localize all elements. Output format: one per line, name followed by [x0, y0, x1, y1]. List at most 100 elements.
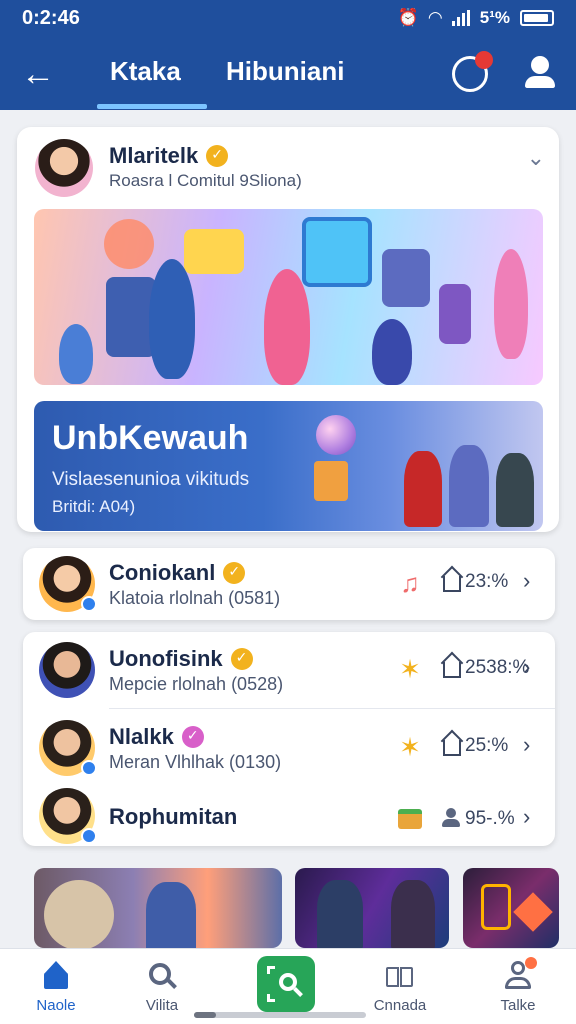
tab-ktaka[interactable]: Ktaka [110, 56, 181, 87]
scan-search-icon [267, 966, 305, 1002]
alarm-icon: ⏰ [397, 8, 419, 27]
promo-person [496, 453, 534, 527]
book-icon [385, 961, 415, 991]
tab-hibuniani[interactable]: Hibuniani [226, 56, 344, 87]
status-indicators: ⏰ ◠ 5¹% [398, 8, 554, 28]
avatar [39, 788, 97, 844]
sparkle-icon: ✶ [399, 654, 421, 684]
list-item[interactable]: Coniokanl Klatoia rlolnah (0581) ♫ 23:% … [23, 546, 555, 622]
list-item-sub: Klatoia rlolnah (0581) [109, 588, 281, 608]
hero-photo-frame [302, 217, 372, 287]
verified-icon [181, 726, 204, 748]
promo-banner[interactable]: UnbKewauh Vislaesenunioa vikituds Britdi… [34, 401, 543, 531]
thumb-shape [513, 892, 553, 932]
thumb-phone [481, 884, 511, 930]
chevron-right-icon[interactable]: › [523, 804, 530, 830]
list-item-sub: Mepcie rlolnah (0528) [109, 674, 284, 694]
nav-search[interactable]: Vilita [114, 955, 210, 1019]
list-item[interactable]: Nlalkk Meran Vlhlhak (0130) ✶ 25:% › [23, 710, 555, 786]
chevron-right-icon[interactable]: › [523, 654, 530, 680]
hero-phone [439, 284, 471, 344]
hero-person [59, 324, 93, 384]
online-dot [81, 828, 97, 844]
list-item-name: Coniokanl [109, 560, 246, 586]
list-item-name: Nlalkk [109, 724, 204, 750]
promo-person [449, 445, 489, 527]
home-stat-icon [441, 732, 463, 758]
battery-icon [520, 10, 554, 26]
list-item-name-text: Nlalkk [109, 724, 174, 749]
promo-orb [316, 415, 356, 455]
list-item-sub: Meran Vlhlhak (0130) [109, 752, 282, 772]
sparkle-icon: ✶ [399, 732, 421, 762]
home-indicator [194, 1012, 366, 1018]
nav-profile[interactable]: Talke [470, 955, 566, 1019]
chevron-down-icon[interactable]: ⌄ [527, 145, 545, 171]
profile-button[interactable] [522, 54, 558, 94]
hero-person [264, 269, 310, 385]
nav-label: Cnnada [373, 997, 427, 1014]
battery-percent: 5¹% [479, 8, 510, 27]
profile-icon-body [525, 76, 555, 88]
avatar [39, 642, 95, 698]
feature-card[interactable]: Mlaritelk Roasra l Comitul 9Sliona) ⌄ Un… [17, 127, 559, 532]
nav-label: Talke [500, 997, 536, 1014]
promo-gift [314, 461, 348, 501]
nav-label: Naole [36, 997, 76, 1014]
status-time: 0:2:46 [22, 6, 80, 29]
chevron-right-icon[interactable]: › [523, 568, 530, 594]
arrow-left-icon: ← [21, 54, 55, 93]
signal-icon [451, 10, 470, 26]
user-icon [503, 957, 537, 991]
notification-badge [525, 957, 537, 969]
list-item-name-text: Rophumitan [109, 804, 238, 829]
list-item-stat: 25:% [465, 735, 509, 756]
list-item[interactable]: Uonofisink Mepcie rlolnah (0528) ✶ 2538:… [23, 632, 555, 708]
app-header: ← Ktaka Hibuniani [0, 36, 576, 110]
divider [109, 708, 555, 709]
online-dot [81, 596, 97, 612]
nav-home[interactable]: Naole [8, 955, 104, 1019]
list-item-stat: 23:% [465, 571, 509, 592]
video-thumbnail[interactable] [34, 868, 282, 948]
list-item-name-text: Coniokanl [109, 560, 216, 585]
profile-icon [531, 56, 549, 74]
verified-icon [230, 648, 253, 670]
chevron-right-icon[interactable]: › [523, 732, 530, 758]
list-card: Coniokanl Klatoia rlolnah (0581) ♫ 23:% … [23, 548, 555, 620]
hero-image[interactable] [34, 209, 543, 385]
user-stat-icon [441, 806, 463, 832]
list-item-name: Rophumitan [109, 804, 237, 830]
feature-title-text: Mlaritelk [109, 143, 199, 168]
wifi-icon: ◠ [428, 8, 442, 27]
video-thumbnail[interactable] [295, 868, 449, 948]
verified-icon [206, 145, 229, 167]
avatar[interactable] [35, 139, 93, 197]
music-note-icon: ♫ [400, 568, 420, 598]
thumb-figure [317, 880, 363, 948]
hero-person [372, 319, 412, 385]
promo-date: Britdi: A04) [52, 497, 136, 516]
feature-subtitle: Roasra l Comitul 9Sliona) [109, 171, 302, 190]
list-item-stat: 2538:% [465, 657, 530, 678]
back-button[interactable]: ← [18, 54, 58, 94]
hero-shape [104, 219, 154, 269]
scan-search-button[interactable] [257, 956, 315, 1012]
list-item-name-text: Uonofisink [109, 646, 223, 671]
hero-tablet [382, 249, 430, 307]
notification-badge [475, 51, 493, 69]
home-stat-icon [441, 654, 463, 680]
list-item-stat: 95-.% [465, 808, 515, 829]
nav-book[interactable]: Cnnada [352, 955, 448, 1019]
promo-person [404, 451, 442, 527]
hero-person [149, 259, 195, 379]
thumb-figure [146, 882, 196, 948]
promo-description: Vislaesenunioa vikituds [52, 469, 250, 490]
feature-title: Mlaritelk [109, 143, 229, 169]
list-item[interactable]: Rophumitan 95-.% › [23, 782, 555, 858]
video-thumbnail[interactable] [463, 868, 559, 948]
search-icon [147, 961, 177, 991]
status-bar: 0:2:46 ⏰ ◠ 5¹% [0, 0, 576, 36]
notification-button[interactable] [452, 51, 493, 92]
hero-photo-frame [184, 229, 244, 274]
